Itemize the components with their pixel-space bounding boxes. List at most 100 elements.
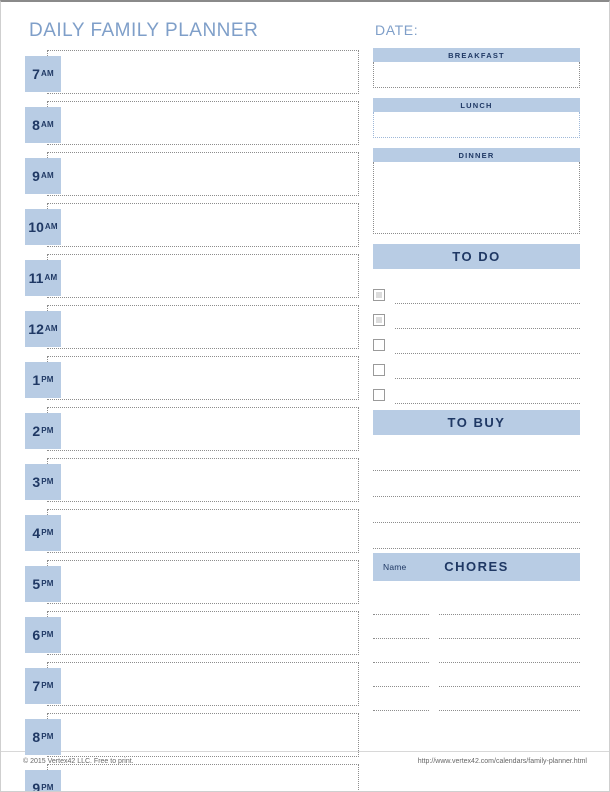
dinner-label: DINNER: [373, 148, 580, 162]
lunch-block: LUNCH: [373, 98, 580, 138]
chores-task-input[interactable]: [439, 709, 580, 711]
time-meridiem: PM: [41, 579, 54, 588]
schedule-entry-input[interactable]: [47, 509, 359, 553]
schedule-row: 5 PM: [25, 560, 359, 604]
tobuy-item-input[interactable]: [373, 445, 580, 471]
chores-heading-bar: Name CHORES: [373, 553, 580, 581]
time-hour: 4: [32, 525, 41, 541]
time-meridiem: PM: [41, 375, 54, 384]
time-hour: 9: [32, 780, 41, 792]
time-meridiem: AM: [44, 222, 58, 231]
schedule-row: 6 PM: [25, 611, 359, 655]
schedule-entry-input[interactable]: [47, 203, 359, 247]
todo-checkbox[interactable]: [373, 314, 385, 326]
time-meridiem: AM: [44, 324, 58, 333]
side-column: DATE: BREAKFAST LUNCH DINNER TO DO TO BU…: [373, 20, 580, 711]
schedule-entry-input[interactable]: [47, 101, 359, 145]
chores-row: [373, 687, 580, 711]
chores-task-input[interactable]: [439, 613, 580, 615]
schedule-row: 4 PM: [25, 509, 359, 553]
dinner-input[interactable]: [373, 162, 580, 234]
time-label: 9 AM: [25, 158, 61, 194]
date-label: DATE:: [375, 22, 419, 38]
time-meridiem: AM: [40, 171, 54, 180]
time-meridiem: PM: [41, 426, 54, 435]
schedule-row: 10 AM: [25, 203, 359, 247]
chores-row: [373, 591, 580, 615]
todo-text-input[interactable]: [395, 352, 580, 354]
schedule-entry-input[interactable]: [47, 458, 359, 502]
time-label: 1 PM: [25, 362, 61, 398]
page-title: DAILY FAMILY PLANNER: [29, 20, 259, 41]
todo-item: [373, 304, 580, 329]
todo-checkbox[interactable]: [373, 339, 385, 351]
todo-item: [373, 379, 580, 404]
time-meridiem: AM: [44, 273, 58, 282]
dinner-block: DINNER: [373, 148, 580, 234]
schedule-entry-input[interactable]: [47, 611, 359, 655]
schedule-entry-input[interactable]: [47, 50, 359, 94]
time-hour: 9: [32, 168, 40, 184]
chores-name-column-label: Name: [383, 562, 407, 572]
schedule-entry-input[interactable]: [47, 254, 359, 298]
chores-row: [373, 639, 580, 663]
schedule-entry-input[interactable]: [47, 305, 359, 349]
page-footer: © 2015 Vertex42 LLC. Free to print. http…: [1, 751, 609, 773]
schedule-entry-input[interactable]: [47, 662, 359, 706]
schedule-row: 7 PM: [25, 662, 359, 706]
tobuy-heading: TO BUY: [373, 410, 580, 435]
chores-task-input[interactable]: [439, 685, 580, 687]
tobuy-item-input[interactable]: [373, 471, 580, 497]
chores-name-input[interactable]: [373, 685, 429, 687]
time-label: 9 PM: [25, 770, 61, 792]
time-meridiem: AM: [40, 69, 54, 78]
time-meridiem: PM: [41, 528, 54, 537]
schedule-list: 7 AM 8 AM 9 AM 10 AM 11 AM 12 AM 1 PM 2 PM 3 PM 4 PM 5 PM 6 PM 7…: [25, 50, 359, 792]
chores-task-input[interactable]: [439, 637, 580, 639]
time-label: 10 AM: [25, 209, 61, 245]
time-hour: 7: [32, 66, 40, 82]
chores-name-input[interactable]: [373, 661, 429, 663]
chores-task-input[interactable]: [439, 661, 580, 663]
todo-text-input[interactable]: [395, 377, 580, 379]
schedule-row: 7 AM: [25, 50, 359, 94]
time-meridiem: AM: [40, 120, 54, 129]
time-hour: 12: [28, 321, 44, 337]
todo-item: [373, 354, 580, 379]
schedule-entry-input[interactable]: [47, 152, 359, 196]
schedule-column: DAILY FAMILY PLANNER 7 AM 8 AM 9 AM 10 AM 11 AM 12…: [25, 20, 359, 792]
todo-text-input[interactable]: [395, 402, 580, 404]
tobuy-item-input[interactable]: [373, 497, 580, 523]
lunch-label: LUNCH: [373, 98, 580, 112]
time-hour: 6: [32, 627, 41, 643]
lunch-input[interactable]: [373, 112, 580, 138]
chores-name-input[interactable]: [373, 613, 429, 615]
breakfast-block: BREAKFAST: [373, 48, 580, 88]
schedule-entry-input[interactable]: [47, 356, 359, 400]
schedule-row: 3 PM: [25, 458, 359, 502]
schedule-row: 11 AM: [25, 254, 359, 298]
chores-name-input[interactable]: [373, 637, 429, 639]
chores-row: [373, 615, 580, 639]
schedule-entry-input[interactable]: [47, 560, 359, 604]
todo-checkbox[interactable]: [373, 364, 385, 376]
schedule-row: 12 AM: [25, 305, 359, 349]
chores-name-input[interactable]: [373, 709, 429, 711]
time-hour: 1: [32, 372, 41, 388]
todo-text-input[interactable]: [395, 327, 580, 329]
todo-text-input[interactable]: [395, 302, 580, 304]
todo-checkbox[interactable]: [373, 289, 385, 301]
schedule-entry-input[interactable]: [47, 407, 359, 451]
source-url: http://www.vertex42.com/calendars/family…: [417, 758, 587, 765]
time-hour: 2: [32, 423, 41, 439]
time-hour: 11: [28, 270, 44, 286]
todo-checkbox[interactable]: [373, 389, 385, 401]
breakfast-input[interactable]: [373, 62, 580, 88]
time-meridiem: PM: [41, 783, 54, 792]
time-label: 4 PM: [25, 515, 61, 551]
schedule-row: 2 PM: [25, 407, 359, 451]
chores-heading: CHORES: [444, 559, 509, 574]
time-label: 8 AM: [25, 107, 61, 143]
chores-list: [373, 591, 580, 711]
tobuy-item-input[interactable]: [373, 523, 580, 549]
